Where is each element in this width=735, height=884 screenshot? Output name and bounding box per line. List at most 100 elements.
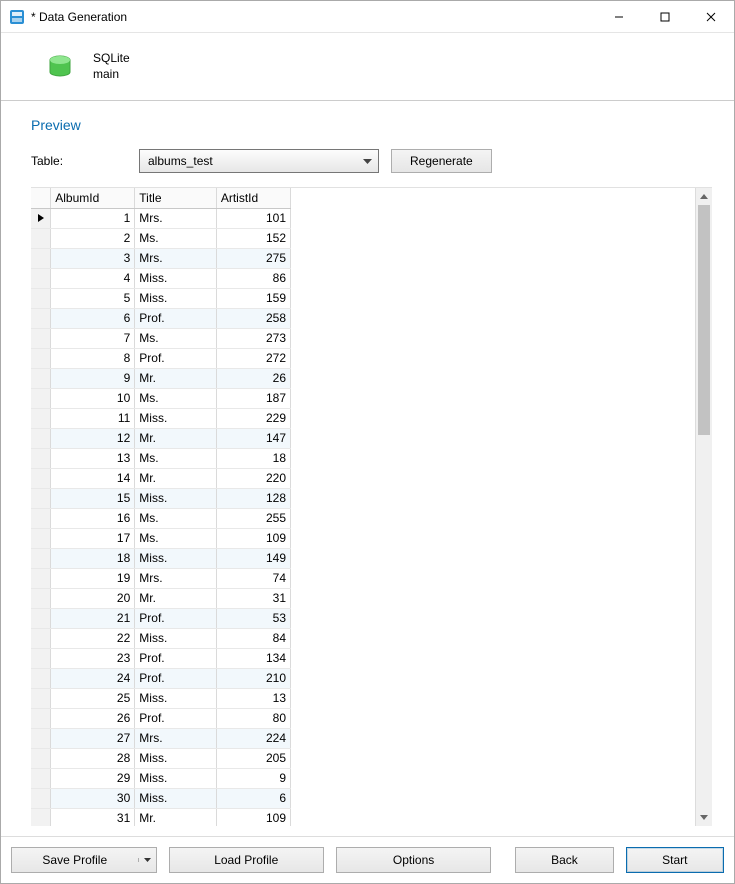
cell-artist[interactable]: 187 <box>216 388 290 408</box>
cell-artist[interactable]: 6 <box>216 788 290 808</box>
table-row[interactable]: 19Mrs.74 <box>31 568 291 588</box>
cell-title[interactable]: Ms. <box>135 328 217 348</box>
cell-artist[interactable]: 255 <box>216 508 290 528</box>
cell-artist[interactable]: 31 <box>216 588 290 608</box>
table-row[interactable]: 25Miss.13 <box>31 688 291 708</box>
cell-artist[interactable]: 258 <box>216 308 290 328</box>
cell-artist[interactable]: 109 <box>216 528 290 548</box>
row-marker[interactable] <box>31 228 51 248</box>
cell-album[interactable]: 18 <box>51 548 135 568</box>
cell-album[interactable]: 20 <box>51 588 135 608</box>
table-row[interactable]: 14Mr.220 <box>31 468 291 488</box>
cell-title[interactable]: Miss. <box>135 548 217 568</box>
scroll-up-icon[interactable] <box>696 188 712 205</box>
row-marker[interactable] <box>31 628 51 648</box>
cell-album[interactable]: 4 <box>51 268 135 288</box>
save-profile-button[interactable]: Save Profile <box>11 847 157 873</box>
cell-title[interactable]: Prof. <box>135 308 217 328</box>
cell-title[interactable]: Ms. <box>135 388 217 408</box>
row-marker[interactable] <box>31 808 51 826</box>
table-row[interactable]: 24Prof.210 <box>31 668 291 688</box>
scroll-down-icon[interactable] <box>696 809 712 826</box>
cell-title[interactable]: Mr. <box>135 428 217 448</box>
table-select[interactable]: albums_test <box>139 149 379 173</box>
cell-album[interactable]: 11 <box>51 408 135 428</box>
cell-artist[interactable]: 229 <box>216 408 290 428</box>
close-button[interactable] <box>688 1 734 32</box>
cell-title[interactable]: Miss. <box>135 488 217 508</box>
table-row[interactable]: 31Mr.109 <box>31 808 291 826</box>
cell-album[interactable]: 21 <box>51 608 135 628</box>
cell-album[interactable]: 12 <box>51 428 135 448</box>
cell-title[interactable]: Miss. <box>135 788 217 808</box>
cell-artist[interactable]: 80 <box>216 708 290 728</box>
cell-artist[interactable]: 84 <box>216 628 290 648</box>
row-marker[interactable] <box>31 388 51 408</box>
row-marker[interactable] <box>31 248 51 268</box>
cell-album[interactable]: 28 <box>51 748 135 768</box>
cell-artist[interactable]: 273 <box>216 328 290 348</box>
cell-artist[interactable]: 275 <box>216 248 290 268</box>
options-button[interactable]: Options <box>336 847 491 873</box>
cell-album[interactable]: 16 <box>51 508 135 528</box>
row-marker[interactable] <box>31 208 51 228</box>
cell-album[interactable]: 13 <box>51 448 135 468</box>
cell-album[interactable]: 25 <box>51 688 135 708</box>
table-row[interactable]: 15Miss.128 <box>31 488 291 508</box>
data-grid[interactable]: AlbumId Title ArtistId 1Mrs.1012Ms.1523M… <box>31 188 687 826</box>
cell-album[interactable]: 22 <box>51 628 135 648</box>
cell-artist[interactable]: 210 <box>216 668 290 688</box>
cell-artist[interactable]: 152 <box>216 228 290 248</box>
cell-artist[interactable]: 149 <box>216 548 290 568</box>
cell-album[interactable]: 10 <box>51 388 135 408</box>
table-row[interactable]: 18Miss.149 <box>31 548 291 568</box>
cell-artist[interactable]: 109 <box>216 808 290 826</box>
cell-artist[interactable]: 205 <box>216 748 290 768</box>
cell-album[interactable]: 19 <box>51 568 135 588</box>
row-marker[interactable] <box>31 608 51 628</box>
table-row[interactable]: 30Miss.6 <box>31 788 291 808</box>
cell-title[interactable]: Prof. <box>135 348 217 368</box>
row-marker[interactable] <box>31 728 51 748</box>
table-row[interactable]: 6Prof.258 <box>31 308 291 328</box>
row-marker[interactable] <box>31 368 51 388</box>
minimize-button[interactable] <box>596 1 642 32</box>
cell-album[interactable]: 17 <box>51 528 135 548</box>
cell-album[interactable]: 26 <box>51 708 135 728</box>
cell-artist[interactable]: 53 <box>216 608 290 628</box>
cell-artist[interactable]: 272 <box>216 348 290 368</box>
table-row[interactable]: 7Ms.273 <box>31 328 291 348</box>
cell-artist[interactable]: 134 <box>216 648 290 668</box>
cell-artist[interactable]: 86 <box>216 268 290 288</box>
column-header-album[interactable]: AlbumId <box>51 188 135 208</box>
table-row[interactable]: 11Miss.229 <box>31 408 291 428</box>
cell-title[interactable]: Miss. <box>135 688 217 708</box>
table-row[interactable]: 16Ms.255 <box>31 508 291 528</box>
cell-title[interactable]: Mr. <box>135 588 217 608</box>
cell-artist[interactable]: 9 <box>216 768 290 788</box>
cell-album[interactable]: 15 <box>51 488 135 508</box>
cell-artist[interactable]: 74 <box>216 568 290 588</box>
cell-title[interactable]: Miss. <box>135 768 217 788</box>
table-row[interactable]: 20Mr.31 <box>31 588 291 608</box>
row-marker[interactable] <box>31 528 51 548</box>
row-marker[interactable] <box>31 668 51 688</box>
table-row[interactable]: 2Ms.152 <box>31 228 291 248</box>
row-marker[interactable] <box>31 688 51 708</box>
cell-title[interactable]: Miss. <box>135 748 217 768</box>
table-row[interactable]: 27Mrs.224 <box>31 728 291 748</box>
cell-album[interactable]: 5 <box>51 288 135 308</box>
cell-title[interactable]: Mrs. <box>135 208 217 228</box>
table-row[interactable]: 9Mr.26 <box>31 368 291 388</box>
cell-title[interactable]: Miss. <box>135 288 217 308</box>
cell-title[interactable]: Mrs. <box>135 568 217 588</box>
cell-artist[interactable]: 101 <box>216 208 290 228</box>
back-button[interactable]: Back <box>515 847 613 873</box>
cell-album[interactable]: 24 <box>51 668 135 688</box>
cell-album[interactable]: 2 <box>51 228 135 248</box>
load-profile-button[interactable]: Load Profile <box>169 847 324 873</box>
row-marker[interactable] <box>31 448 51 468</box>
cell-title[interactable]: Ms. <box>135 448 217 468</box>
table-row[interactable]: 17Ms.109 <box>31 528 291 548</box>
cell-title[interactable]: Mr. <box>135 368 217 388</box>
